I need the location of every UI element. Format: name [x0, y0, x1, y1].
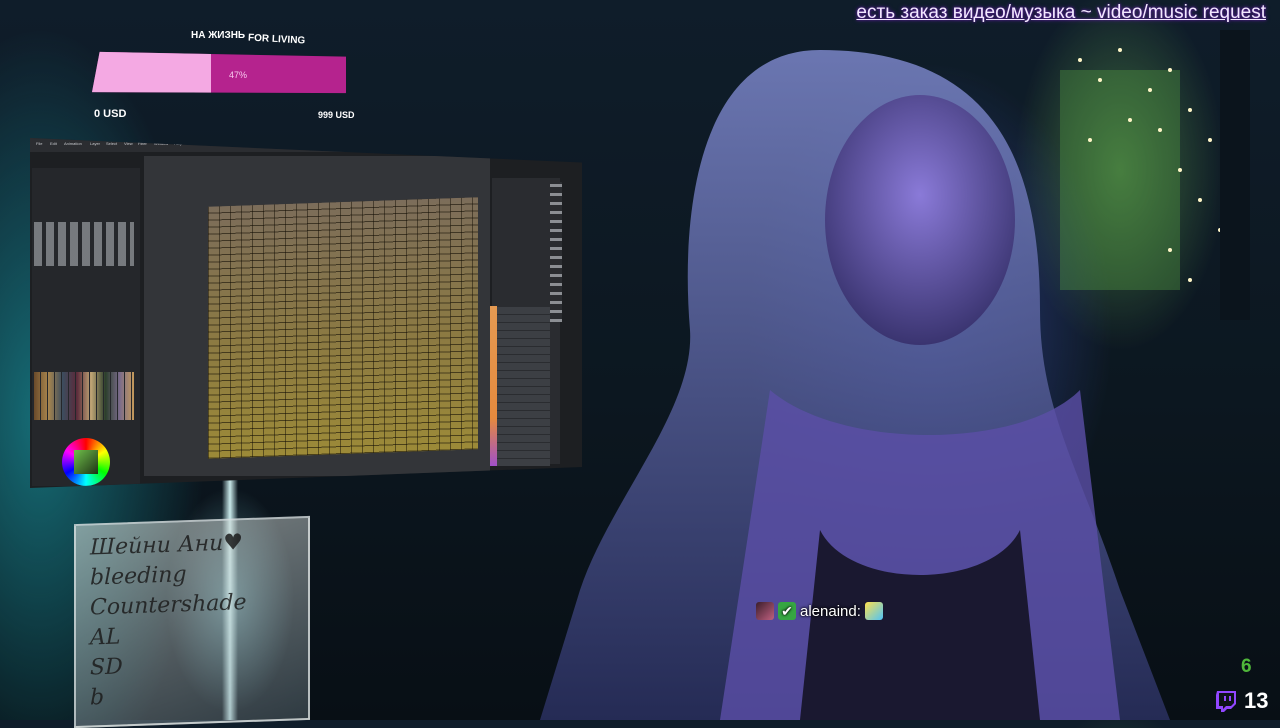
acrylic-sign: Шейни Ани♥ bleeding Countershade AL SD b [74, 515, 310, 728]
menu-view[interactable]: View [124, 141, 133, 146]
user-avatar-icon [756, 602, 774, 620]
goal-target-amount: 999 USD [318, 110, 355, 120]
donation-goal-percent: 47% [229, 70, 248, 80]
menu-animation[interactable]: Animation [64, 141, 82, 146]
layer-color-tags [490, 306, 497, 466]
brush-presets[interactable] [34, 222, 134, 266]
twitch-viewer-number: 13 [1244, 688, 1269, 713]
donation-goal-fill [92, 51, 212, 94]
drawing-app-window: File Edit Animation Layer Select View Fi… [30, 138, 582, 488]
chat-message: ✔ alenaind: [756, 600, 883, 622]
request-banner: есть заказ видео/музыка ~ video/music re… [856, 2, 1266, 23]
app-menubar: File Edit Animation Layer Select View Fi… [30, 138, 582, 152]
menu-help[interactable]: Help [174, 141, 182, 146]
twitch-viewer-count: 13 [1214, 688, 1268, 714]
chat-username: alenaind: [800, 602, 861, 620]
donation-goal-bar: 47% [92, 51, 346, 94]
goal-start-amount: 0 USD [94, 108, 127, 120]
menu-edit[interactable]: Edit [50, 141, 57, 146]
menu-window[interactable]: Window [154, 141, 168, 146]
goal-label-en: FOR LIVING [247, 32, 306, 47]
menu-filter[interactable]: Filter [138, 141, 147, 146]
viewer-count-green: 6 [1241, 656, 1252, 677]
menu-layer[interactable]: Layer [90, 141, 100, 146]
menu-file[interactable]: File [36, 141, 42, 146]
color-wheel[interactable] [62, 438, 110, 486]
twitch-icon [1216, 691, 1236, 712]
menu-select[interactable]: Select [106, 141, 117, 146]
goal-label-ru: НА ЖИЗНЬ [191, 30, 246, 41]
tool-icons-strip[interactable] [550, 182, 562, 322]
layer-list[interactable] [490, 306, 550, 466]
sign-text: Шейни Ани♥ bleeding Countershade AL SD b [90, 530, 247, 711]
checkmark-badge-icon: ✔ [778, 602, 796, 620]
emote-icon [864, 602, 883, 620]
artwork-canvas[interactable] [208, 197, 478, 459]
color-palette[interactable] [34, 372, 134, 420]
